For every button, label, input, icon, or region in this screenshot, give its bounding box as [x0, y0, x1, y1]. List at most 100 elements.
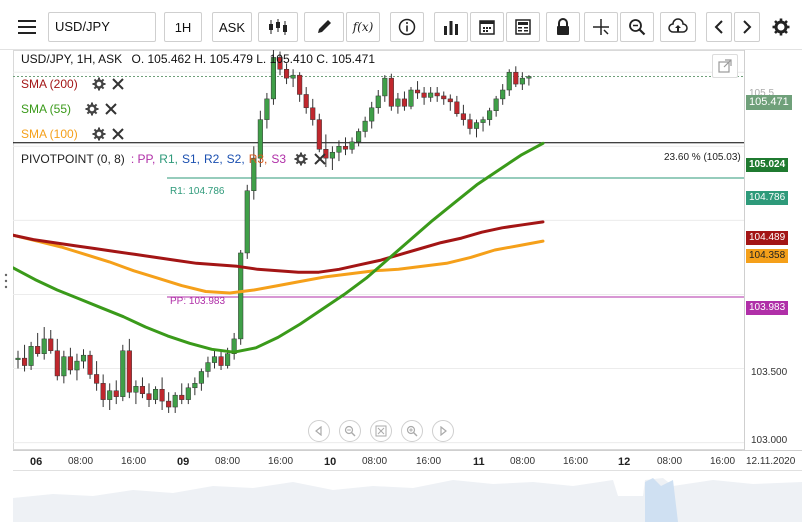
- sma55-settings-icon[interactable]: [85, 102, 99, 116]
- expand-icon: [718, 59, 732, 73]
- pivot-item: S1,: [181, 152, 200, 166]
- indicators-button[interactable]: f(x): [346, 12, 380, 42]
- candle-body: [28, 346, 34, 366]
- toolbar: USD/JPY 1H ASK f(x): [0, 0, 802, 50]
- calendar-button[interactable]: [470, 12, 504, 42]
- candle-body: [388, 77, 394, 107]
- candle-body: [107, 390, 113, 400]
- zoom-out-button[interactable]: [339, 420, 361, 442]
- scroll-left-button[interactable]: [706, 12, 732, 42]
- candle-body: [61, 356, 67, 377]
- upload-icon: [668, 18, 688, 33]
- x-axis-label: 16:00: [710, 456, 736, 467]
- candle-body: [54, 350, 60, 377]
- x-axis-label: 16:00: [268, 456, 294, 467]
- sma200-close-icon[interactable]: [111, 78, 124, 90]
- candle-body: [375, 95, 381, 109]
- draw-button[interactable]: [304, 12, 344, 42]
- chart-area[interactable]: USD/JPY, 1H, ASK O. 105.462 H. 105.479 L…: [4, 50, 802, 522]
- candle-body: [290, 74, 296, 79]
- upload-button[interactable]: [660, 12, 696, 42]
- candle-body: [100, 383, 106, 400]
- scroll-back-button[interactable]: [308, 420, 330, 442]
- symbol-input[interactable]: USD/JPY: [48, 12, 156, 42]
- candle-body: [15, 357, 21, 360]
- price-chart[interactable]: [13, 50, 802, 522]
- candle-body: [211, 356, 218, 363]
- candle-body: [487, 110, 493, 120]
- zoom-button[interactable]: [620, 12, 654, 42]
- expand-chart-button[interactable]: [712, 54, 738, 78]
- price-type-label: ASK: [218, 19, 245, 35]
- candle-body: [467, 119, 473, 129]
- candle-body: [244, 190, 250, 254]
- candle-body: [349, 141, 355, 150]
- sma100-close-icon[interactable]: [111, 128, 124, 140]
- scroll-right-button[interactable]: [734, 12, 760, 42]
- candle-body: [428, 92, 434, 98]
- left-drag-handle[interactable]: [3, 272, 9, 290]
- legend-sma200[interactable]: SMA (200): [21, 75, 124, 93]
- sma200-line[interactable]: [13, 220, 545, 274]
- pivot-item: : PP,: [130, 152, 156, 166]
- sma100-settings-icon[interactable]: [92, 127, 106, 141]
- x-axis-label: 09: [177, 456, 190, 468]
- x-axis-label: 08:00: [657, 456, 683, 467]
- candle-body: [87, 354, 93, 375]
- chevron-right-icon: [743, 20, 752, 34]
- candle-body: [80, 354, 87, 362]
- candle-body: [421, 92, 427, 98]
- sma55-close-icon[interactable]: [105, 103, 117, 115]
- lock-button[interactable]: [546, 12, 580, 42]
- candle-body: [526, 76, 532, 79]
- candle-body: [192, 383, 198, 389]
- candle-body: [113, 390, 119, 397]
- price-tag-fib: 105.024: [746, 158, 789, 172]
- candle-body: [506, 71, 512, 91]
- legend-pivotpoint[interactable]: PIVOTPOINT (0, 8) : PP, R1, S1, R2, S2, R3, S3: [21, 150, 326, 168]
- volume-button[interactable]: [434, 12, 468, 42]
- x-axis-label: 08:00: [510, 456, 536, 467]
- legend-sma100[interactable]: SMA (100): [21, 125, 124, 143]
- info-icon: [398, 18, 416, 36]
- triangle-left-icon: [315, 426, 322, 436]
- candle-body: [264, 98, 270, 120]
- candle-body: [303, 94, 309, 109]
- pencil-icon: [318, 20, 331, 33]
- price-tag-sma200: 104.489: [746, 231, 789, 245]
- scroll-forward-button[interactable]: [432, 420, 454, 442]
- candle-body: [126, 350, 132, 393]
- settings-button[interactable]: [766, 12, 796, 42]
- sma200-settings-icon[interactable]: [92, 77, 106, 91]
- news-button[interactable]: [506, 12, 540, 42]
- candle-body: [67, 356, 73, 371]
- chart-type-button[interactable]: [258, 12, 298, 42]
- pivot-item: R1,: [159, 152, 178, 166]
- chevron-left-icon: [714, 20, 723, 34]
- pivot-close-icon[interactable]: [314, 153, 326, 165]
- legend-sma55[interactable]: SMA (55): [21, 100, 117, 118]
- legend-ohlc: O. 105.462 H. 105.479 L. 105.410 C. 105.…: [131, 52, 376, 66]
- pivot-settings-icon[interactable]: [294, 152, 308, 166]
- x-axis-label: 16:00: [121, 456, 147, 467]
- fib-line-label: 23.60 % (105.03): [664, 152, 741, 163]
- candle-body: [493, 98, 499, 111]
- calendar-icon: [479, 20, 495, 35]
- pivot-item: R3,: [248, 152, 268, 166]
- price-type-button[interactable]: ASK: [212, 12, 252, 42]
- crosshair-button[interactable]: [584, 12, 618, 42]
- y-axis-label: 103.000: [751, 435, 788, 446]
- moving-averages: [13, 141, 545, 354]
- lock-icon: [557, 18, 569, 35]
- menu-button[interactable]: [10, 12, 44, 42]
- zoom-in-button[interactable]: [401, 420, 423, 442]
- sma100-line[interactable]: [13, 233, 545, 295]
- candle-body: [316, 119, 322, 150]
- legend-title: USD/JPY, 1H, ASK O. 105.462 H. 105.479 L…: [21, 52, 375, 66]
- timeframe-button[interactable]: 1H: [164, 12, 202, 42]
- info-button[interactable]: [390, 12, 424, 42]
- fit-button[interactable]: [370, 420, 392, 442]
- pivot-items: : PP, R1, S1, R2, S2, R3, S3: [131, 152, 290, 166]
- function-icon: f(x): [352, 20, 374, 34]
- x-axis-label: 11: [473, 456, 485, 468]
